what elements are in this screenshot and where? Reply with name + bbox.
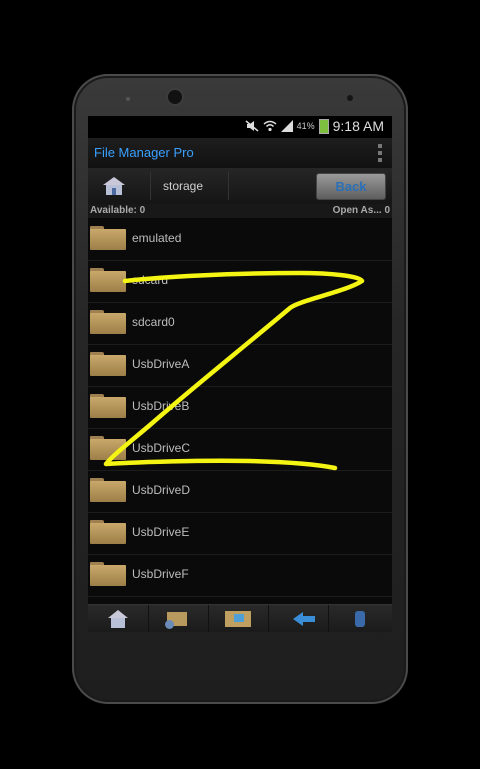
- back-arrow-icon: [293, 612, 315, 626]
- list-item[interactable]: emulated: [88, 218, 392, 261]
- wifi-icon: [263, 120, 277, 132]
- file-name: UsbDriveB: [132, 399, 190, 413]
- available-count: Available: 0: [90, 205, 146, 216]
- more-icon: [355, 611, 365, 627]
- file-name: UsbDriveE: [132, 525, 190, 539]
- list-item[interactable]: UsbDriveC: [88, 428, 392, 471]
- folder-icon: [90, 226, 126, 250]
- battery-percent: 41%: [296, 121, 315, 131]
- move-icon: [225, 611, 251, 627]
- app-bar: File Manager Pro: [88, 138, 392, 168]
- list-item[interactable]: UsbDriveF: [88, 554, 392, 597]
- folder-icon: [90, 436, 126, 460]
- sensor-dot: [126, 97, 130, 101]
- toolbar-back-button[interactable]: [268, 605, 329, 632]
- file-name: emulated: [132, 231, 182, 245]
- list-item[interactable]: UsbDriveD: [88, 470, 392, 513]
- info-bar: Available: 0 Open As... 0: [88, 204, 392, 218]
- overflow-menu-icon[interactable]: [378, 144, 382, 162]
- app-title: File Manager Pro: [94, 145, 194, 160]
- signal-icon: [280, 120, 293, 132]
- list-item[interactable]: sdcard0: [88, 302, 392, 345]
- toolbar-new-folder-button[interactable]: [148, 605, 209, 632]
- battery-icon: [318, 118, 329, 134]
- folder-icon: [90, 268, 126, 292]
- list-item[interactable]: sdcard: [88, 260, 392, 303]
- folder-icon: [90, 478, 126, 502]
- bottom-toolbar: [88, 604, 392, 632]
- screen: 41% 9:18 AM File Manager Pro storage Bac…: [88, 116, 392, 632]
- status-bar: 41% 9:18 AM: [88, 116, 392, 138]
- path-separator: [218, 172, 229, 200]
- folder-icon: [90, 394, 126, 418]
- path-separator: [140, 172, 151, 200]
- toolbar-move-button[interactable]: [208, 605, 269, 632]
- file-name: UsbDriveC: [132, 441, 191, 455]
- new-folder-icon: [165, 610, 189, 629]
- list-item[interactable]: UsbDriveE: [88, 512, 392, 555]
- file-name: UsbDriveF: [132, 567, 189, 581]
- breadcrumb-current[interactable]: storage: [163, 179, 203, 193]
- list-item[interactable]: UsbDriveB: [88, 386, 392, 429]
- path-home-button[interactable]: [88, 168, 140, 204]
- file-name: UsbDriveD: [132, 483, 191, 497]
- folder-icon: [90, 562, 126, 586]
- front-camera: [168, 90, 182, 104]
- folder-icon: [90, 310, 126, 334]
- open-as-count[interactable]: Open As... 0: [333, 205, 390, 216]
- file-name: sdcard0: [132, 315, 175, 329]
- file-name: sdcard: [132, 273, 169, 287]
- proximity-sensor: [347, 95, 353, 101]
- file-list: emulated sdcard sdcard0 UsbDriveA UsbDri…: [88, 218, 392, 604]
- folder-icon: [90, 352, 126, 376]
- clock: 9:18 AM: [332, 118, 384, 134]
- back-button[interactable]: Back: [316, 173, 386, 200]
- home-icon: [103, 177, 125, 195]
- home-icon: [108, 610, 128, 628]
- path-bar: storage Back: [88, 168, 392, 204]
- folder-icon: [90, 520, 126, 544]
- toolbar-home-button[interactable]: [88, 605, 149, 632]
- file-name: UsbDriveA: [132, 357, 190, 371]
- list-item[interactable]: UsbDriveA: [88, 344, 392, 387]
- toolbar-more-button[interactable]: [328, 605, 392, 632]
- mute-icon: [245, 120, 259, 132]
